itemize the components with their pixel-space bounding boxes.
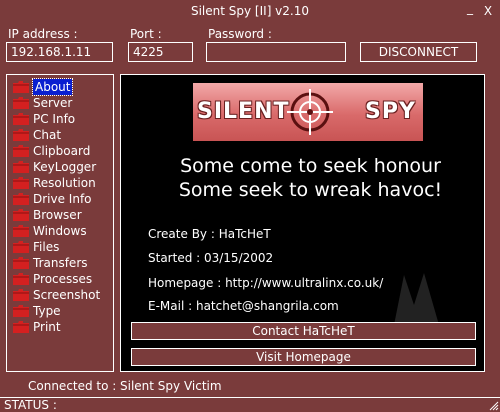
logo-text-left: SILENT: [197, 99, 290, 124]
status-bar: STATUS :: [0, 397, 500, 412]
resize-grip-icon[interactable]: [487, 399, 499, 411]
sidebar-item-files[interactable]: Files: [7, 239, 113, 255]
slogan-line-2: Some seek to wreak havoc!: [178, 179, 443, 201]
disconnect-button[interactable]: DISCONNECT: [360, 42, 477, 62]
sidebar-item-processes[interactable]: Processes: [7, 271, 113, 287]
slogan-line-1: Some come to seek honour: [180, 155, 441, 177]
status-label: STATUS :: [4, 398, 57, 412]
sidebar-item-browser[interactable]: Browser: [7, 207, 113, 223]
password-input[interactable]: [206, 42, 346, 62]
logo-text-right: SPY: [365, 99, 416, 124]
folder-icon: [13, 241, 29, 253]
sidebar-item-label: Processes: [33, 272, 93, 286]
sidebar-item-keylogger[interactable]: KeyLogger: [7, 159, 113, 175]
sidebar-item-transfers[interactable]: Transfers: [7, 255, 113, 271]
sidebar-item-label: Drive Info: [33, 192, 92, 206]
folder-icon: [13, 177, 29, 189]
sidebar-item-label: Browser: [33, 208, 82, 222]
created-by-text: Create By : HaTcHeT: [148, 227, 271, 241]
minimize-button[interactable]: _: [462, 0, 478, 16]
about-panel: SILENT SPY Some come to seek honour Some…: [120, 74, 485, 372]
started-date-text: Started : 03/15/2002: [148, 251, 274, 265]
folder-icon: [13, 97, 29, 109]
folder-icon: [13, 257, 29, 269]
sidebar-item-label: Screenshot: [33, 288, 101, 302]
sidebar-item-label: Chat: [33, 128, 62, 142]
sidebar-item-label: Clipboard: [33, 144, 91, 158]
sidebar-item-type[interactable]: Type: [7, 303, 113, 319]
password-label: Password :: [208, 27, 272, 41]
folder-icon: [13, 145, 29, 157]
silent-spy-logo: SILENT SPY: [193, 83, 423, 141]
sidebar-item-resolution[interactable]: Resolution: [7, 175, 113, 191]
connected-to-label: Connected to :: [28, 379, 117, 393]
sidebar-item-label: Files: [33, 240, 60, 254]
sidebar-item-label: Type: [33, 304, 61, 318]
port-input[interactable]: [128, 42, 193, 62]
crosshair-icon: [287, 89, 333, 135]
sidebar-item-label: Print: [33, 320, 61, 334]
title-bar: Silent Spy [II] v2.10 _ X: [0, 0, 500, 22]
folder-icon: [13, 321, 29, 333]
port-label: Port :: [130, 27, 162, 41]
ip-address-input[interactable]: [6, 42, 113, 62]
sidebar-item-server[interactable]: Server: [7, 95, 113, 111]
folder-icon: [13, 129, 29, 141]
folder-icon: [13, 289, 29, 301]
sidebar-item-chat[interactable]: Chat: [7, 127, 113, 143]
sidebar-item-drive-info[interactable]: Drive Info: [7, 191, 113, 207]
close-button[interactable]: X: [480, 3, 496, 19]
folder-icon: [13, 305, 29, 317]
homepage-text: Homepage : http://www.ultralinx.co.uk/: [148, 276, 384, 290]
folder-icon: [13, 273, 29, 285]
sidebar-item-print[interactable]: Print: [7, 319, 113, 335]
folder-icon: [13, 209, 29, 221]
sidebar-item-label: PC Info: [33, 112, 76, 126]
connected-to-value: Silent Spy Victim: [120, 379, 222, 393]
sidebar-item-windows[interactable]: Windows: [7, 223, 113, 239]
sidebar-item-label: Windows: [33, 224, 87, 238]
sidebar-item-screenshot[interactable]: Screenshot: [7, 287, 113, 303]
sidebar-item-label: Resolution: [33, 176, 96, 190]
ip-address-label: IP address :: [8, 27, 78, 41]
sidebar-item-pc-info[interactable]: PC Info: [7, 111, 113, 127]
visit-homepage-button[interactable]: Visit Homepage: [131, 348, 476, 366]
sidebar-item-clipboard[interactable]: Clipboard: [7, 143, 113, 159]
folder-icon: [13, 193, 29, 205]
sidebar-item-label: About: [31, 78, 74, 96]
sidebar-item-label: Server: [33, 96, 73, 110]
window-title: Silent Spy [II] v2.10: [190, 4, 310, 18]
folder-icon: [13, 225, 29, 237]
sidebar-item-label: KeyLogger: [33, 160, 97, 174]
sidebar-item-about[interactable]: About: [7, 78, 113, 96]
email-text: E-Mail : hatchet@shangrila.com: [148, 299, 339, 313]
sidebar: About Server PC Info Chat Clipboard KeyLogger…: [6, 74, 114, 372]
folder-icon: [13, 81, 29, 93]
contact-author-button[interactable]: Contact HaTcHeT: [131, 322, 476, 340]
folder-icon: [13, 161, 29, 173]
folder-icon: [13, 113, 29, 125]
sidebar-item-label: Transfers: [33, 256, 88, 270]
